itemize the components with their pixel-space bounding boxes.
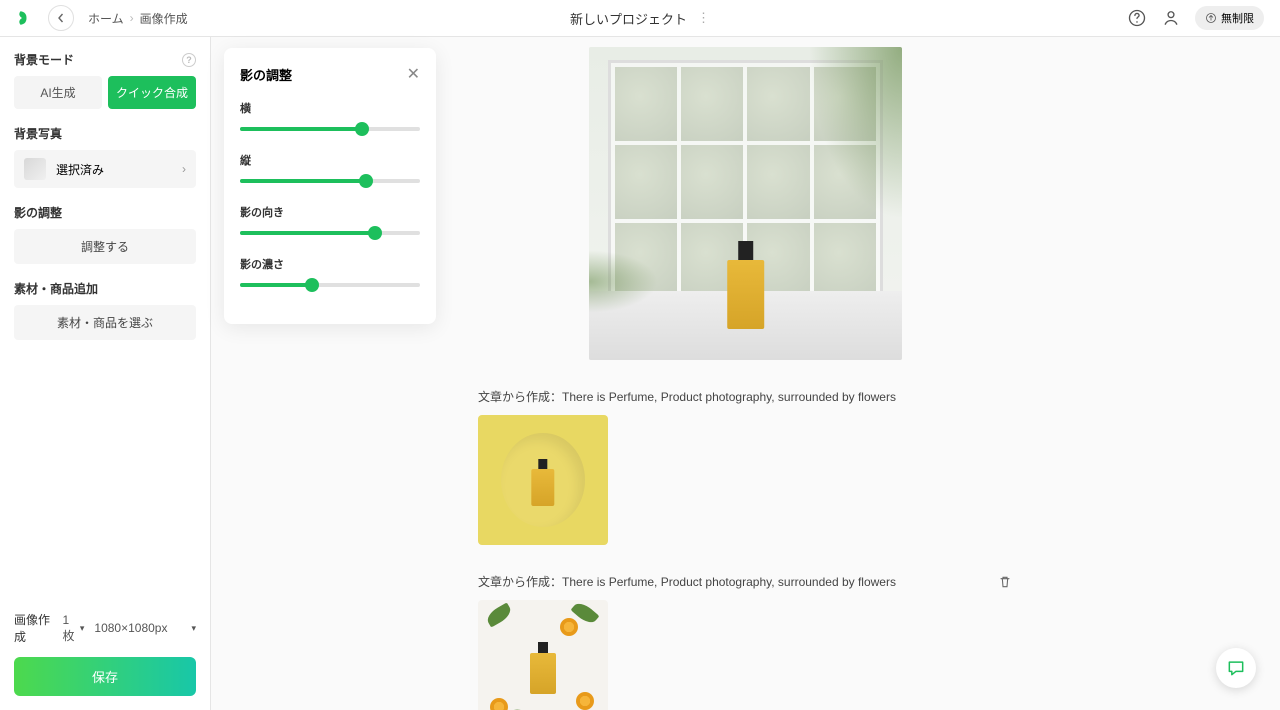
sidebar: 背景モード ? AI生成 クイック合成 背景写真 選択済み › 影の調整 調整す…	[0, 37, 211, 710]
bg-photo-status: 選択済み	[56, 161, 104, 178]
main-preview-image[interactable]	[589, 47, 902, 360]
bg-mode-label: 背景モード ?	[14, 51, 196, 68]
slider-track[interactable]	[240, 278, 420, 292]
generation-caption-2: 文章から作成：There is Perfume, Product photogr…	[478, 573, 896, 590]
user-icon[interactable]	[1161, 8, 1181, 28]
slider-thumb[interactable]	[355, 122, 369, 136]
dimension-select[interactable]: 1080×1080px▾	[94, 621, 196, 635]
slider-2: 影の向き	[240, 204, 420, 240]
assets-section-label: 素材・商品追加	[14, 280, 196, 297]
project-title-text[interactable]: 新しいプロジェクト	[570, 9, 687, 28]
chevron-down-icon: ▾	[80, 623, 85, 634]
slider-label: 縦	[240, 152, 420, 168]
shadow-adjustment-panel: 影の調整 ✕ 横縦影の向き影の濃さ	[224, 48, 436, 324]
slider-track[interactable]	[240, 122, 420, 136]
app-header: ホーム › 画像作成 新しいプロジェクト ⋮ 無制限	[0, 0, 1280, 37]
tab-ai-generate[interactable]: AI生成	[14, 76, 102, 109]
delete-icon[interactable]	[997, 574, 1013, 590]
app-logo	[16, 9, 34, 27]
slider-0: 横	[240, 100, 420, 136]
slider-thumb[interactable]	[305, 278, 319, 292]
result-image-2[interactable]	[478, 600, 608, 710]
shadow-section-label: 影の調整	[14, 204, 196, 221]
back-button[interactable]	[48, 5, 74, 31]
chevron-left-icon	[56, 13, 66, 23]
upgrade-icon	[1205, 12, 1217, 24]
adjust-shadow-button[interactable]: 調整する	[14, 229, 196, 264]
result-image-1[interactable]	[478, 415, 608, 545]
more-icon[interactable]: ⋮	[697, 10, 710, 26]
chevron-down-icon: ▾	[191, 623, 196, 634]
breadcrumb-home[interactable]: ホーム	[88, 10, 124, 27]
breadcrumb: ホーム › 画像作成	[88, 10, 188, 27]
panel-title: 影の調整	[240, 65, 292, 84]
choose-assets-button[interactable]: 素材・商品を選ぶ	[14, 305, 196, 340]
generation-settings: 画像作成 1枚▾ 1080×1080px▾	[14, 611, 196, 645]
count-select[interactable]: 1枚▾	[63, 613, 85, 644]
slider-label: 横	[240, 100, 420, 116]
project-title: 新しいプロジェクト ⋮	[570, 9, 710, 28]
help-icon[interactable]	[1127, 8, 1147, 28]
chevron-right-icon: ›	[182, 162, 186, 176]
gen-label: 画像作成	[14, 611, 53, 645]
breadcrumb-current: 画像作成	[140, 10, 188, 27]
slider-1: 縦	[240, 152, 420, 188]
chat-button[interactable]	[1216, 648, 1256, 688]
chevron-right-icon: ›	[130, 11, 134, 25]
generation-caption-1: 文章から作成：There is Perfume, Product photogr…	[478, 388, 896, 405]
bg-photo-selector[interactable]: 選択済み ›	[14, 150, 196, 188]
slider-thumb[interactable]	[368, 226, 382, 240]
bg-photo-thumb	[24, 158, 46, 180]
slider-label: 影の向き	[240, 204, 420, 220]
chat-icon	[1226, 658, 1246, 678]
slider-track[interactable]	[240, 174, 420, 188]
info-icon[interactable]: ?	[182, 53, 196, 67]
slider-thumb[interactable]	[359, 174, 373, 188]
slider-3: 影の濃さ	[240, 256, 420, 292]
slider-label: 影の濃さ	[240, 256, 420, 272]
bg-photo-label: 背景写真	[14, 125, 196, 142]
close-icon[interactable]: ✕	[407, 64, 420, 84]
slider-track[interactable]	[240, 226, 420, 240]
unlimited-badge[interactable]: 無制限	[1195, 6, 1264, 30]
tab-quick-composite[interactable]: クイック合成	[108, 76, 196, 109]
unlimited-label: 無制限	[1221, 10, 1254, 26]
save-button[interactable]: 保存	[14, 657, 196, 696]
